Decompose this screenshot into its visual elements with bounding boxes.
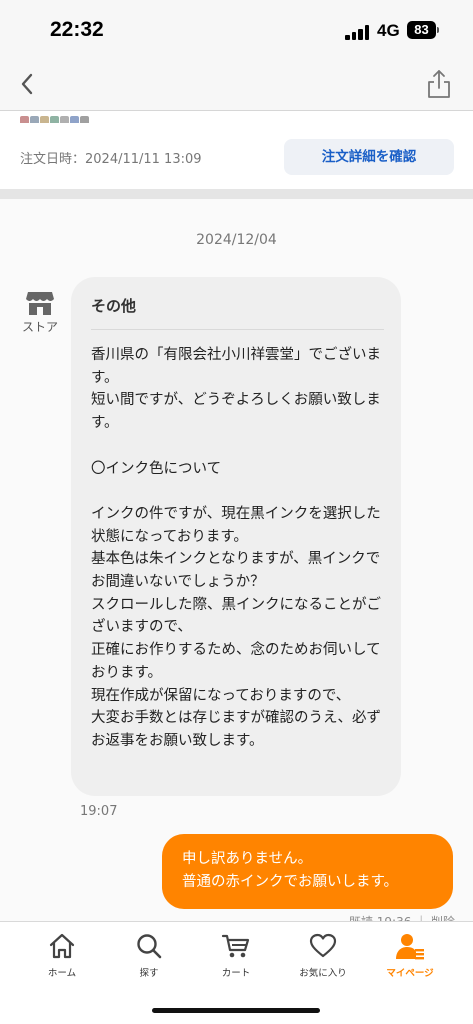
share-button[interactable] <box>425 68 453 100</box>
tab-home-label: ホーム <box>47 968 77 979</box>
search-icon <box>137 934 162 959</box>
tab-favorites[interactable]: お気に入り <box>283 932 363 979</box>
outgoing-message-bubble[interactable]: 申し訳ありません。 普通の赤インクでお願いします。 <box>162 834 453 909</box>
battery-icon: 83 <box>407 21 436 39</box>
incoming-message-time: 19:07 <box>80 804 118 819</box>
chevron-left-icon <box>21 73 33 95</box>
order-summary-card: 注文日時：2024/11/11 13:09 注文詳細を確認 <box>0 111 473 189</box>
home-icon <box>49 933 75 959</box>
tab-cart[interactable]: カート <box>196 932 276 979</box>
product-thumbnail <box>50 116 59 123</box>
tab-cart-label: カート <box>221 968 251 979</box>
cellular-signal-icon <box>345 24 371 40</box>
battery-tip <box>437 27 439 33</box>
store-icon <box>26 292 54 315</box>
date-separator: 2024/12/04 <box>196 232 277 248</box>
message-subject-divider <box>91 329 384 330</box>
product-thumbnail <box>80 116 89 123</box>
navigation-bar <box>0 58 473 111</box>
app-screen: 22:32 4G 83 注文日時：2024/11/11 13:09 注文詳細を確… <box>0 0 473 1024</box>
product-thumbnail <box>70 116 79 123</box>
product-thumbnail <box>30 116 39 123</box>
product-thumbnail <box>40 116 49 123</box>
cart-icon <box>221 934 250 958</box>
tab-favorites-label: お気に入り <box>299 968 347 979</box>
tab-search[interactable]: 探す <box>109 932 189 979</box>
tab-mypage-label: マイページ <box>386 968 434 979</box>
heart-icon <box>309 933 337 958</box>
product-thumbnail-strip[interactable] <box>20 111 98 123</box>
message-subject: その他 <box>91 297 137 315</box>
product-thumbnail <box>20 116 29 123</box>
incoming-message-bubble[interactable]: その他 香川県の「有限会社小川祥雲堂」でございます。 短い間ですが、どうぞよろし… <box>71 277 401 796</box>
home-indicator <box>152 1008 320 1013</box>
product-thumbnail <box>60 116 69 123</box>
incoming-message-text: 香川県の「有限会社小川祥雲堂」でございます。 短い間ですが、どうぞよろしくお願い… <box>91 347 381 749</box>
status-time: 22:32 <box>50 18 104 41</box>
back-button[interactable] <box>14 70 42 98</box>
section-divider <box>0 189 473 199</box>
person-icon <box>396 934 424 960</box>
tab-mypage[interactable]: マイページ <box>370 932 450 979</box>
order-detail-button[interactable]: 注文詳細を確認 <box>284 139 454 175</box>
order-date: 注文日時：2024/11/11 13:09 <box>20 152 202 167</box>
store-label: ストア <box>21 320 58 334</box>
network-type: 4G <box>377 21 400 40</box>
store-avatar[interactable]: ストア <box>18 290 62 336</box>
tab-search-label: 探す <box>139 968 159 979</box>
tab-home[interactable]: ホーム <box>22 932 102 979</box>
outgoing-message-text: 申し訳ありません。 普通の赤インクでお願いします。 <box>182 851 399 890</box>
share-icon <box>428 70 450 98</box>
status-bar: 22:32 4G 83 <box>0 0 473 58</box>
